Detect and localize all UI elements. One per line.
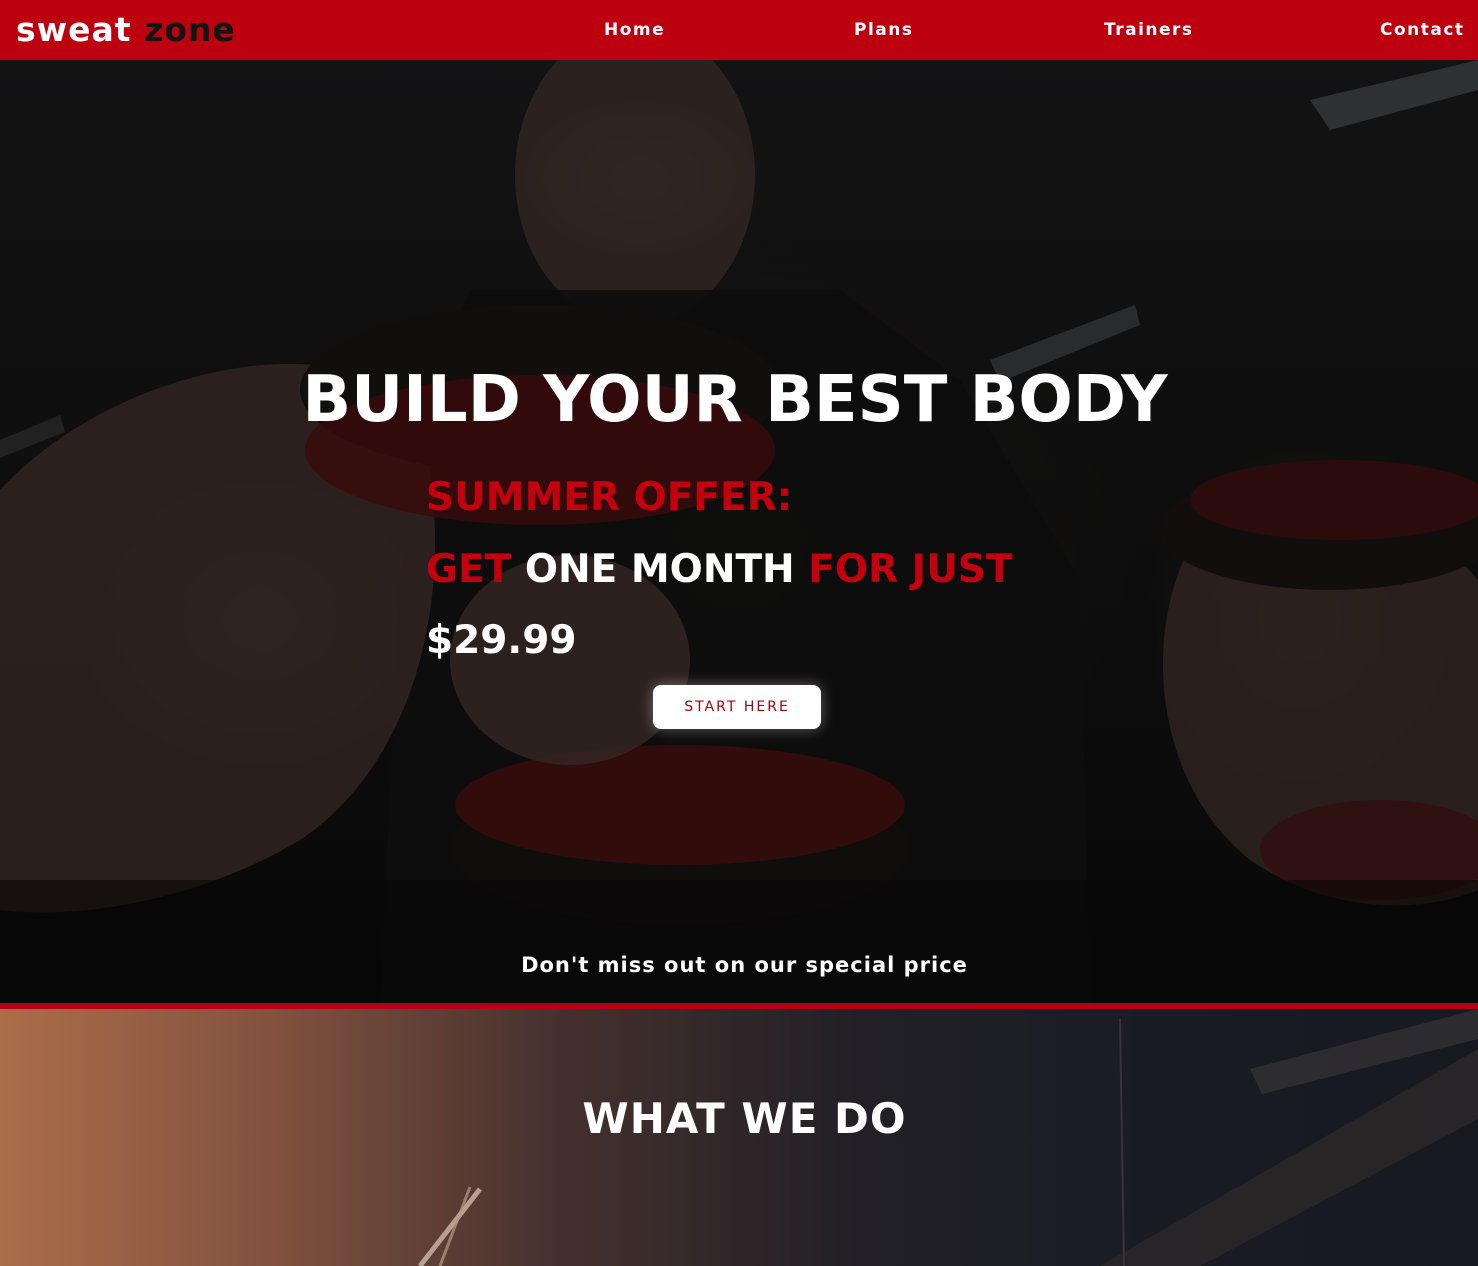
hero-dark-overlay [0,60,1478,1003]
offer-details: GET ONE MONTH FOR JUST [426,544,1013,596]
site-logo[interactable]: sweat zone [16,10,236,50]
start-here-button[interactable]: START HERE [653,685,821,729]
what-we-do-title: WHAT WE DO [582,1094,907,1143]
logo-word-zone: zone [144,10,236,49]
hero-section: BUILD YOUR BEST BODY SUMMER OFFER: GET O… [0,60,1478,1003]
nav-link-plans[interactable]: Plans [854,18,913,42]
logo-word-sweat: sweat [16,10,132,49]
nav-link-trainers[interactable]: Trainers [1104,18,1194,42]
nav-link-home[interactable]: Home [604,18,665,42]
offer-get: GET [426,547,512,592]
hero-title: BUILD YOUR BEST BODY [302,363,1168,437]
what-we-do-section: WHAT WE DO [0,1009,1478,1266]
hero-tagline: Don't miss out on our special price [521,953,968,977]
offer-price: $29.99 [426,618,577,663]
top-navbar: sweat zone Home Plans Trainers Contact [0,0,1478,60]
nav-link-contact[interactable]: Contact [1380,18,1465,42]
offer-one-month: ONE MONTH [524,547,795,592]
offer-heading: SUMMER OFFER: [426,475,793,520]
offer-for-just: FOR JUST [808,547,1013,592]
